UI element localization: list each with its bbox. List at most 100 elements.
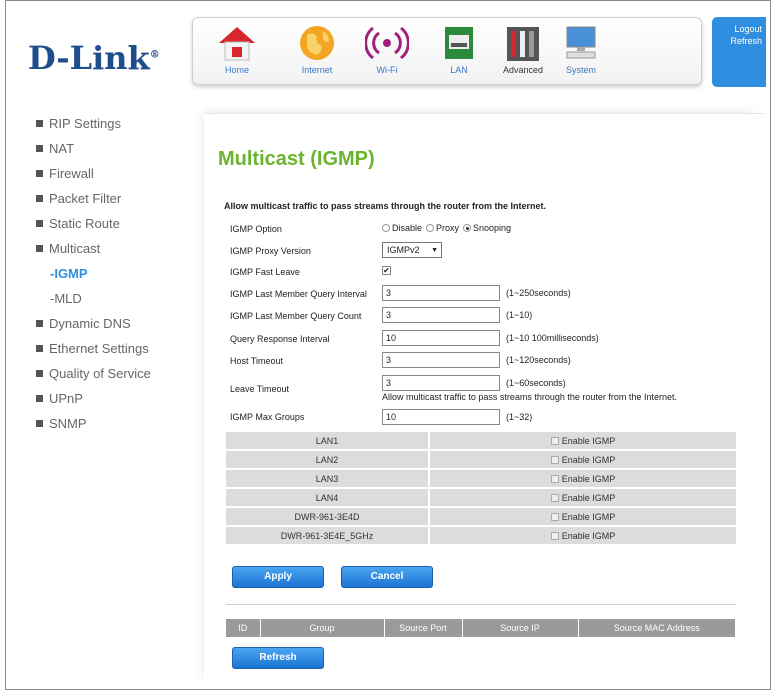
sidebar-item-label: RIP Settings xyxy=(49,116,122,131)
sidebar-item-label: Dynamic DNS xyxy=(49,316,131,331)
sidebar-item-multicast[interactable]: Multicast xyxy=(36,236,206,261)
sidebar-item-qos[interactable]: Quality of Service xyxy=(36,361,206,386)
cancel-button[interactable]: Cancel xyxy=(341,566,433,588)
radio-disable[interactable] xyxy=(382,224,390,232)
sidebar-item-label: -IGMP xyxy=(50,266,88,281)
lan-option-cell: Enable IGMP xyxy=(430,508,736,525)
max-groups-input[interactable]: 10 xyxy=(382,409,500,425)
sidebar-item-rip[interactable]: RIP Settings xyxy=(36,111,206,136)
proxy-version-ctrl: IGMPv2 ▼ xyxy=(382,242,442,258)
radio-snooping[interactable] xyxy=(463,224,472,232)
sidebar-item-label: Firewall xyxy=(49,166,94,181)
sidebar-item-label: UPnP xyxy=(49,391,83,406)
sidebar-item-upnp[interactable]: UPnP xyxy=(36,386,206,411)
leave-timeout-label: Leave Timeout xyxy=(230,384,290,394)
enable-igmp-label: Enable IGMP xyxy=(561,511,616,522)
apply-button[interactable]: Apply xyxy=(232,566,324,588)
enable-igmp-checkbox[interactable] xyxy=(550,512,559,521)
lan-option-cell: Enable IGMP xyxy=(430,470,736,487)
enable-igmp-checkbox[interactable] xyxy=(550,455,559,464)
nav-internet[interactable]: Internet xyxy=(287,23,347,83)
refresh-button[interactable]: Refresh xyxy=(232,647,324,669)
nav-home-label: Home xyxy=(224,65,249,75)
nav-system[interactable]: System xyxy=(551,23,611,83)
account-box: Logout Refresh xyxy=(712,17,766,87)
bullet-icon xyxy=(36,345,43,352)
globe-icon xyxy=(295,23,339,63)
enable-igmp-checkbox[interactable] xyxy=(550,436,559,445)
bullet-icon xyxy=(36,120,43,127)
lan-name-cell: LAN3 xyxy=(226,470,430,487)
dlink-logo: D-Link® xyxy=(28,39,160,77)
section-divider xyxy=(226,604,736,605)
sidebar-item-igmp[interactable]: -IGMP xyxy=(36,261,206,286)
table-header-row: ID Group Source Port Source IP Source MA… xyxy=(226,619,736,637)
fast-leave-checkbox[interactable]: ✔ xyxy=(382,266,391,275)
host-timeout-label: Host Timeout xyxy=(230,356,284,366)
lan-name-cell: LAN1 xyxy=(226,432,430,449)
lan-name-cell: LAN2 xyxy=(226,451,430,468)
host-timeout-input[interactable]: 3 xyxy=(382,352,500,368)
sidebar-item-static-route[interactable]: Static Route xyxy=(36,211,206,236)
logout-link[interactable]: Logout xyxy=(716,23,762,35)
sidebar-item-label: Ethernet Settings xyxy=(49,341,149,356)
nav-lan[interactable]: LAN xyxy=(429,23,489,83)
query-response-ctrl: 10 (1~10 100milliseconds) xyxy=(382,330,599,346)
sidebar-item-label: Packet Filter xyxy=(49,191,122,206)
sidebar-item-mld[interactable]: -MLD xyxy=(36,286,206,311)
chevron-down-icon: ▼ xyxy=(431,246,438,254)
radio-proxy-label: Proxy xyxy=(436,223,460,233)
multicast-group-table: ID Group Source Port Source IP Source MA… xyxy=(226,619,736,637)
last-member-count-ctrl: 3 (1~10) xyxy=(382,307,532,323)
sidebar-item-ethernet[interactable]: Ethernet Settings xyxy=(36,336,206,361)
lan-table: LAN1 Enable IGMP LAN2 Enable IGMP LAN3 E… xyxy=(226,430,736,546)
lan-option-cell: Enable IGMP xyxy=(430,527,736,544)
nav-advanced[interactable]: Advanced xyxy=(493,23,553,83)
last-member-interval-label: IGMP Last Member Query Interval xyxy=(230,289,367,299)
last-member-interval-input[interactable]: 3 xyxy=(382,285,500,301)
query-response-input[interactable]: 10 xyxy=(382,330,500,346)
proxy-version-label: IGMP Proxy Version xyxy=(230,246,311,256)
enable-igmp-checkbox[interactable] xyxy=(550,474,559,483)
last-member-count-hint: (1~10) xyxy=(506,310,533,320)
lan-name-cell: DWR-961-3E4D xyxy=(226,508,430,525)
sidebar-item-dynamic-dns[interactable]: Dynamic DNS xyxy=(36,311,206,336)
proxy-version-value: IGMPv2 xyxy=(387,245,420,255)
max-groups-hint: (1~32) xyxy=(506,412,533,422)
logo-registered-mark: ® xyxy=(149,49,160,61)
last-member-count-input[interactable]: 3 xyxy=(382,307,500,323)
igmp-option-label: IGMP Option xyxy=(230,224,282,234)
proxy-version-select[interactable]: IGMPv2 ▼ xyxy=(382,242,442,258)
home-icon xyxy=(215,23,259,63)
nav-home[interactable]: Home xyxy=(207,23,267,83)
computer-icon xyxy=(559,23,603,63)
nav-internet-label: Internet xyxy=(301,65,333,75)
enable-igmp-checkbox[interactable] xyxy=(550,531,559,540)
nav-wifi[interactable]: Wi-Fi xyxy=(357,23,417,83)
radio-snooping-label: Snooping xyxy=(473,223,512,233)
wifi-icon xyxy=(364,23,410,63)
enable-igmp-label: Enable IGMP xyxy=(561,530,616,541)
enable-igmp-checkbox[interactable] xyxy=(550,493,559,502)
nav-lan-label: LAN xyxy=(450,65,468,75)
sidebar-item-nat[interactable]: NAT xyxy=(36,136,206,161)
query-response-hint: (1~10 100milliseconds) xyxy=(506,333,599,343)
max-groups-ctrl: 10 (1~32) xyxy=(382,409,532,425)
nav-wifi-label: Wi-Fi xyxy=(376,65,398,75)
nav-system-label: System xyxy=(565,65,596,75)
table-row: LAN4 Enable IGMP xyxy=(226,489,736,506)
radio-proxy[interactable] xyxy=(426,224,435,232)
radio-disable-label: Disable xyxy=(392,223,423,233)
sidebar-item-snmp[interactable]: SNMP xyxy=(36,411,206,436)
leave-timeout-input[interactable]: 3 xyxy=(382,375,500,391)
max-groups-label: IGMP Max Groups xyxy=(230,412,305,422)
col-source-mac: Source MAC Address xyxy=(578,619,736,637)
host-timeout-hint: (1~120seconds) xyxy=(506,355,571,365)
bullet-icon xyxy=(36,245,43,252)
sidebar-item-firewall[interactable]: Firewall xyxy=(36,161,206,186)
refresh-link[interactable]: Refresh xyxy=(716,35,762,47)
lan-option-cell: Enable IGMP xyxy=(430,432,736,449)
bullet-icon xyxy=(36,320,43,327)
sidebar-item-packet-filter[interactable]: Packet Filter xyxy=(36,186,206,211)
logo-text: D-Link xyxy=(28,39,150,77)
